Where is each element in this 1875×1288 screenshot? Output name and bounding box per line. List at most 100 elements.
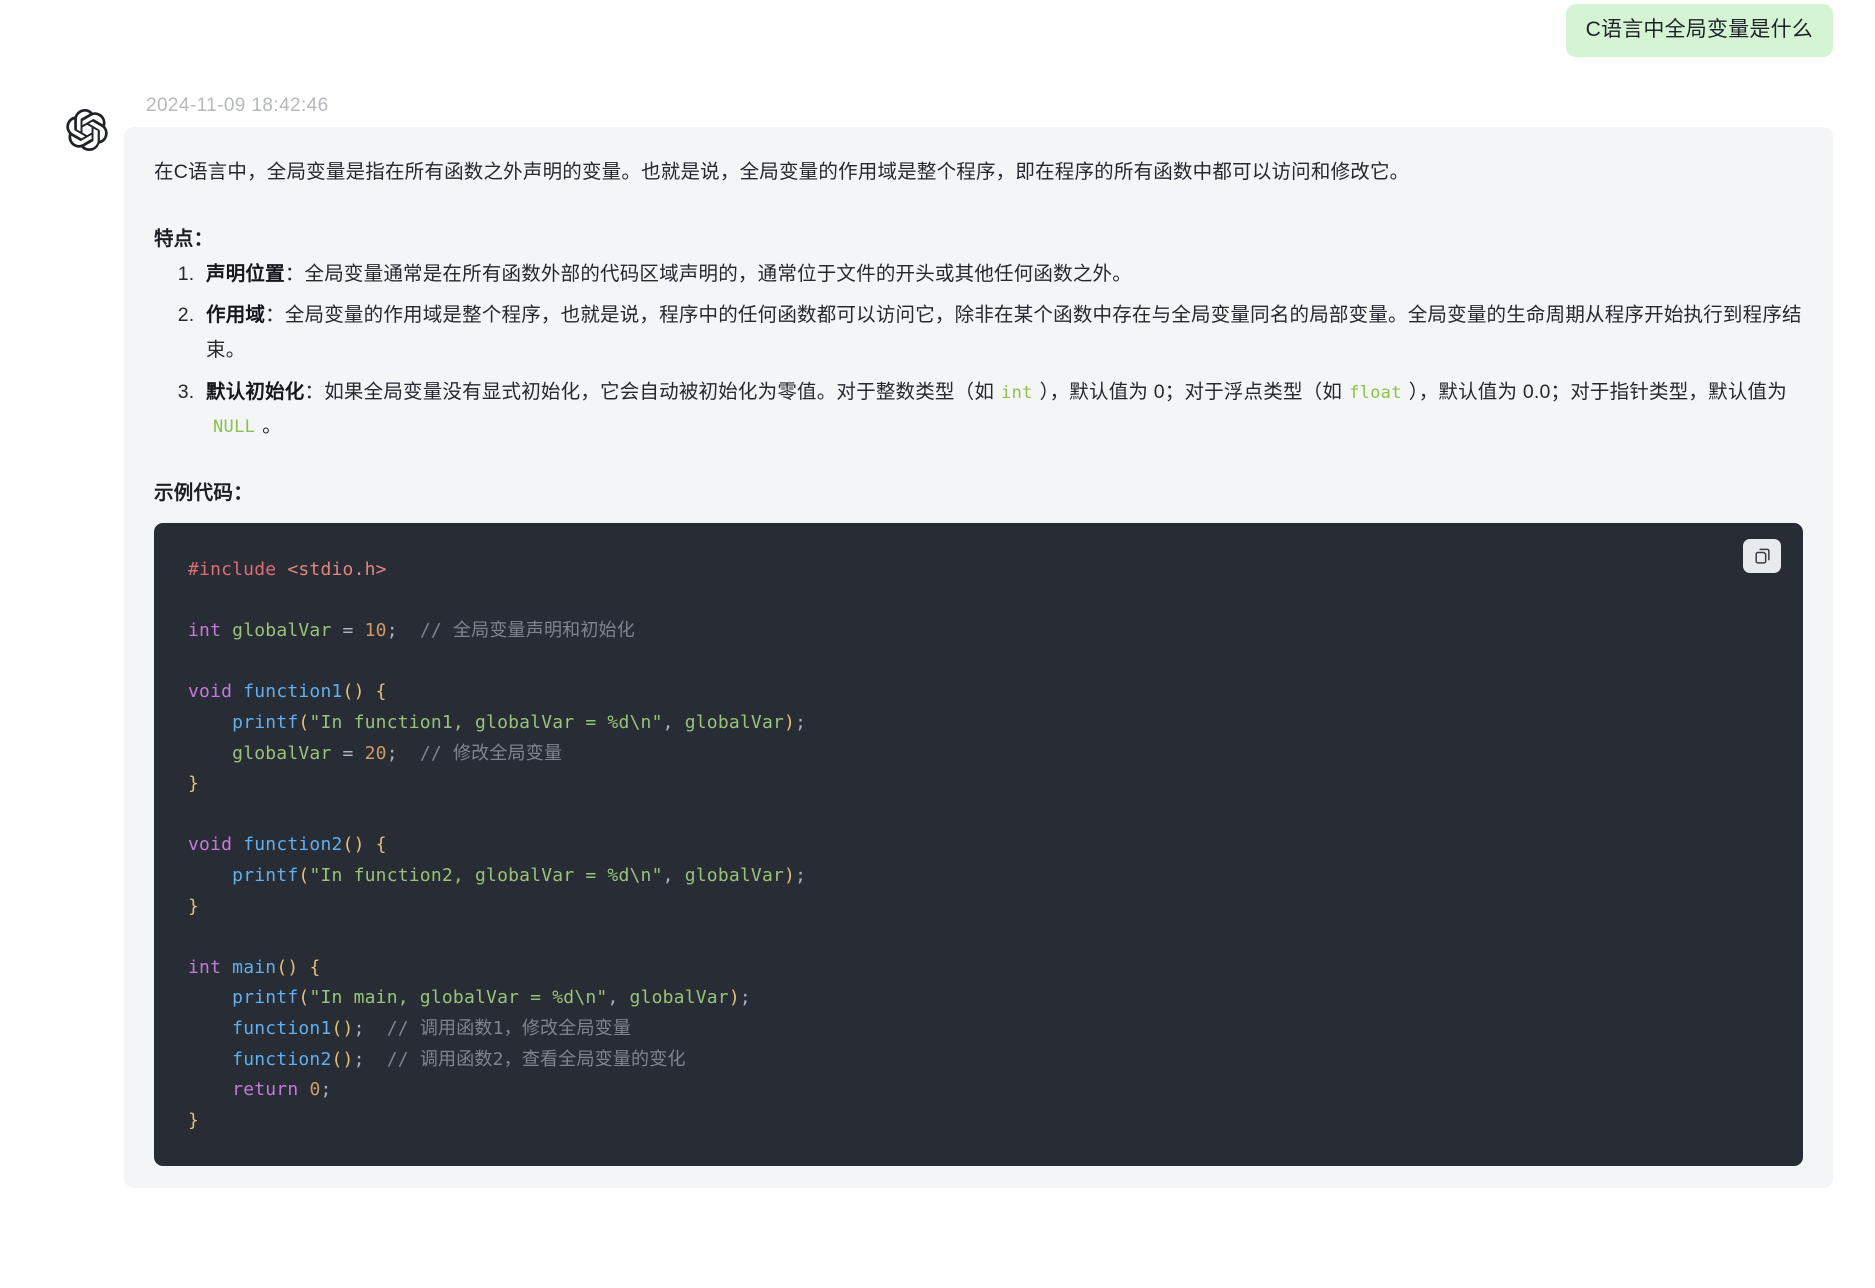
code-token: = xyxy=(331,620,365,642)
code-token: ; xyxy=(353,1017,365,1039)
code-line: printf("In main, globalVar = %d\n", glob… xyxy=(188,987,751,1008)
code-line: return 0; xyxy=(188,1079,332,1100)
feature-term: 声明位置 xyxy=(206,262,285,285)
features-heading: 特点： xyxy=(154,227,214,250)
code-token: ; xyxy=(739,987,751,1009)
openai-logo-icon xyxy=(66,109,108,152)
code-line: } xyxy=(188,773,199,794)
feature-text: 如果全局变量没有显式初始化，它会自动被初始化为零值。对于整数类型（如 xyxy=(324,380,995,403)
code-token: int xyxy=(188,956,222,978)
code-token: function1 xyxy=(243,681,343,703)
intro-paragraph: 在C语言中，全局变量是指在所有函数之外声明的变量。也就是说，全局变量的作用域是整… xyxy=(154,161,1410,184)
code-token: printf xyxy=(232,712,299,733)
code-token: () xyxy=(331,1048,354,1070)
code-line: printf("In function2, globalVar = %d\n",… xyxy=(188,865,806,886)
code-token: globalVar xyxy=(684,864,785,886)
feature-text: 。 xyxy=(262,415,282,438)
feature-separator: ： xyxy=(265,304,285,327)
code-token: ( xyxy=(298,864,310,886)
code-token: } xyxy=(188,773,200,795)
code-token: { xyxy=(375,681,387,703)
code-token: // 调用函数2，查看全局变量的变化 xyxy=(386,1048,686,1070)
assistant-message-card: 在C语言中，全局变量是指在所有函数之外声明的变量。也就是说，全局变量的作用域是整… xyxy=(124,127,1833,1189)
code-line: void function1() { xyxy=(188,681,387,702)
code-token: globalVar xyxy=(232,742,332,764)
code-token: main xyxy=(232,956,277,978)
code-line: int main() { xyxy=(188,957,321,978)
code-token: , xyxy=(607,987,630,1009)
code-token: // 修改全局变量 xyxy=(419,742,563,764)
user-message-row: C语言中全局变量是什么 xyxy=(0,0,1875,58)
code-token: ; xyxy=(386,620,398,642)
code-token: , xyxy=(662,864,685,886)
inline-code-float: float xyxy=(1349,382,1402,403)
message-timestamp: 2024-11-09 18:42:46 xyxy=(146,95,329,117)
code-token: ) xyxy=(784,712,796,733)
code-token: globalVar xyxy=(629,987,729,1009)
code-token: function1 xyxy=(232,1017,332,1039)
code-line: globalVar = 20; // 修改全局变量 xyxy=(188,743,562,764)
code-line: function1(); // 调用函数1，修改全局变量 xyxy=(188,1018,631,1039)
feature-text: 全局变量的作用域是整个程序，也就是说，程序中的任何函数都可以访问它，除非在某个函… xyxy=(206,304,1802,361)
code-token: } xyxy=(188,1109,200,1131)
code-line: } xyxy=(188,896,199,917)
code-token: { xyxy=(375,834,387,856)
copy-code-button[interactable] xyxy=(1743,539,1781,574)
code-token: "In function2, globalVar = %d\n" xyxy=(309,864,663,886)
assistant-content-column: 2024-11-09 18:42:46 在C语言中，全局变量是指在所有函数之外声… xyxy=(124,95,1875,1189)
list-item: 作用域：全局变量的作用域是整个程序，也就是说，程序中的任何函数都可以访问它，除非… xyxy=(200,298,1803,367)
feature-term: 作用域 xyxy=(206,304,266,327)
code-token: ) xyxy=(728,987,740,1009)
code-token: ; xyxy=(320,1079,332,1101)
code-token: function2 xyxy=(243,834,343,856)
code-token: printf xyxy=(232,987,299,1009)
code-line: void function2() { xyxy=(188,834,387,855)
code-line: function2(); // 调用函数2，查看全局变量的变化 xyxy=(188,1049,686,1070)
user-message-bubble: C语言中全局变量是什么 xyxy=(1565,4,1833,58)
feature-text: 全局变量通常是在所有函数外部的代码区域声明的，通常位于文件的开头或其他任何函数之… xyxy=(304,262,1132,285)
feature-term: 默认初始化 xyxy=(206,380,305,403)
code-token: () xyxy=(276,956,299,978)
code-token: #include xyxy=(188,559,277,581)
list-item: 声明位置：全局变量通常是在所有函数外部的代码区域声明的，通常位于文件的开头或其他… xyxy=(200,257,1803,292)
code-token: ; xyxy=(353,1048,365,1070)
code-token: // 全局变量声明和初始化 xyxy=(419,620,635,642)
feature-text: ），默认值为 0.0；对于指针类型，默认值为 xyxy=(1408,380,1787,403)
code-token: () xyxy=(342,834,365,856)
code-token: <stdio.h> xyxy=(287,559,387,581)
code-token: } xyxy=(188,895,200,917)
feature-separator: ： xyxy=(304,380,325,403)
code-token: ; xyxy=(795,864,807,886)
copy-icon xyxy=(1753,547,1772,566)
code-token: () xyxy=(342,681,365,703)
inline-code-null: NULL xyxy=(213,417,256,438)
code-token: ; xyxy=(795,712,807,733)
code-section-heading: 示例代码： xyxy=(154,482,254,505)
code-line: printf("In function1, globalVar = %d\n",… xyxy=(188,712,806,733)
code-token: ( xyxy=(298,987,310,1009)
code-token: void xyxy=(188,681,233,703)
code-content: #include <stdio.h> int globalVar = 10; /… xyxy=(154,555,1803,1136)
code-token: printf xyxy=(232,864,299,886)
code-token: globalVar xyxy=(232,620,332,642)
code-token: return xyxy=(232,1079,299,1101)
chat-page: C语言中全局变量是什么 2024-11-09 18:42:46 在C语言中，全局… xyxy=(0,0,1875,1288)
